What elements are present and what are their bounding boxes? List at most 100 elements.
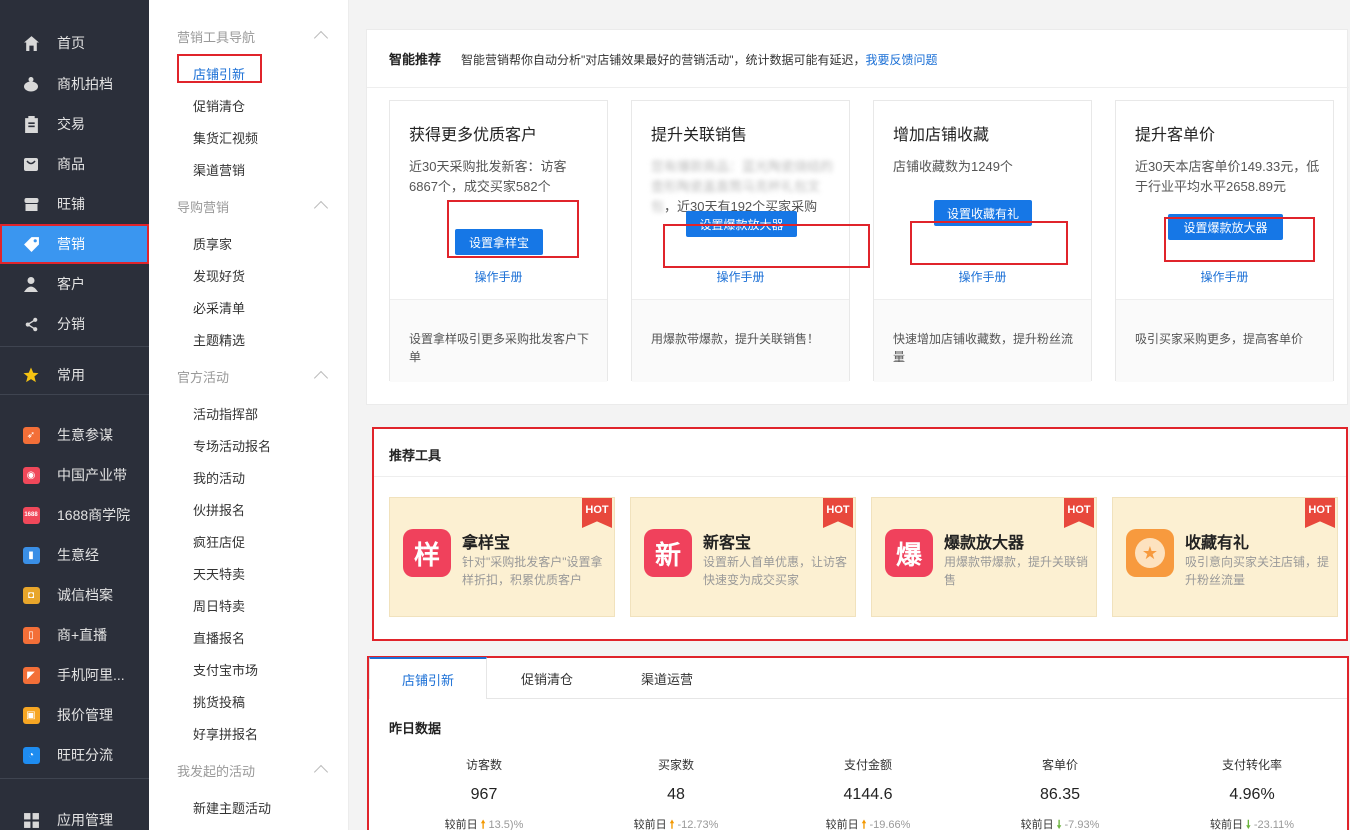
- tab-channel[interactable]: 渠道运营: [607, 658, 727, 699]
- subnav-item[interactable]: 质享家: [193, 234, 232, 253]
- subnav-item[interactable]: 必采清单: [193, 298, 245, 317]
- sidebar-item-book[interactable]: ▮ 生意经: [0, 535, 149, 575]
- sidebar-item-archive[interactable]: ◘ 诚信档案: [0, 575, 149, 615]
- subnav-item[interactable]: 集货汇视频: [193, 128, 258, 147]
- tool-glyph-icon: 样: [403, 529, 451, 577]
- sidebar-item-wangwang[interactable]: ◔ 旺旺分流: [0, 735, 149, 775]
- feedback-link[interactable]: 我要反馈问题: [866, 53, 938, 67]
- subnav-item[interactable]: 伙拼报名: [193, 500, 245, 519]
- smart-header: 智能推荐 智能营销帮你自动分析"对店铺效果最好的营销活动"，统计数据可能有延迟，我…: [389, 49, 938, 68]
- chevron-up-icon[interactable]: [313, 370, 329, 386]
- metric-change: 较前日 🠗 -7.93%: [1020, 819, 1100, 830]
- chevron-up-icon[interactable]: [313, 764, 329, 780]
- tool-card[interactable]: 新 新客宝 设置新人首单优惠，让访客快速变为成交买家 HOT: [630, 497, 856, 617]
- tool-desc: 设置新人首单优惠，让访客快速变为成交买家: [703, 555, 848, 587]
- subnav-item[interactable]: 疯狂店促: [193, 532, 245, 551]
- archive-icon: ◘: [22, 586, 40, 604]
- subnav-group-title[interactable]: 营销工具导航: [177, 27, 255, 46]
- sidebar-item-star[interactable]: 常用: [0, 355, 149, 395]
- sidebar-item-compass[interactable]: ➶ 生意参谋: [0, 415, 149, 455]
- card-desc: 店铺收藏数为1249个: [893, 159, 1013, 174]
- apps-icon: [22, 811, 40, 829]
- subnav-item[interactable]: 发现好货: [193, 266, 245, 285]
- chevron-up-icon[interactable]: [313, 200, 329, 216]
- arrow-up-icon: 🠕: [861, 819, 867, 830]
- sidebar-item-quote[interactable]: ▣ 报价管理: [0, 695, 149, 735]
- sidebar-item-school[interactable]: 1688 1688商学院: [0, 495, 149, 535]
- subnav-item[interactable]: 天天特卖: [193, 564, 245, 583]
- tool-desc: 用爆款带爆款，提升关联销售: [944, 555, 1089, 587]
- subnav-item[interactable]: 直播报名: [193, 628, 245, 647]
- yesterday-heading: 昨日数据: [389, 721, 442, 736]
- sidebar-item-shop[interactable]: 旺铺: [0, 184, 149, 224]
- tool-card[interactable]: ★ 收藏有礼 吸引意向买家关注店铺，提升粉丝流量 HOT: [1112, 497, 1338, 617]
- highlight-box: [910, 221, 1068, 265]
- mobile-icon: ◤: [22, 666, 40, 684]
- card-footer: 吸引买家采购更多，提高客单价: [1116, 299, 1333, 382]
- hot-badge: HOT: [1064, 498, 1094, 528]
- main-sidebar: 首页商机拍档交易 商品 旺铺 营销 客户 分销常用 ➶ 生意参谋 ◉ 中国产业带 1688 1688商…: [0, 0, 149, 830]
- subnav-group-title[interactable]: 导购营销: [177, 197, 229, 216]
- chevron-up-icon[interactable]: [313, 30, 329, 46]
- sidebar-item-product[interactable]: 商品: [0, 144, 149, 184]
- sidebar-item-label: 商机拍档: [57, 76, 113, 92]
- highlight-box: [177, 54, 262, 83]
- arrow-down-icon: 🠗: [1246, 819, 1251, 830]
- subnav-item[interactable]: 好享拼报名: [193, 724, 258, 743]
- subnav-group-title[interactable]: 我发起的活动: [177, 761, 255, 780]
- sidebar-item-label: 诚信档案: [57, 587, 113, 603]
- highlight-box: [1164, 217, 1315, 262]
- sidebar-item-home[interactable]: 首页: [0, 23, 149, 63]
- tool-desc: 针对"采购批发客户"设置拿样折扣，积累优质客户: [462, 555, 603, 587]
- subnav-item[interactable]: 支付宝市场: [193, 660, 258, 679]
- sidebar-item-handshake[interactable]: 商机拍档: [0, 64, 149, 104]
- tab-clearance[interactable]: 促销清仓: [487, 658, 607, 699]
- stats-tabs: 店铺引新 促销清仓 渠道运营: [369, 657, 1347, 699]
- metric-label: 支付金额: [843, 758, 892, 772]
- tab-store-new[interactable]: 店铺引新: [369, 657, 487, 699]
- card-title: 提升关联销售: [651, 127, 748, 144]
- location-icon: ◉: [22, 466, 40, 484]
- subnav-item[interactable]: 我的活动: [193, 468, 245, 487]
- sidebar-divider: [0, 394, 149, 395]
- sidebar-item-tag[interactable]: 营销: [0, 224, 149, 264]
- subnav-item[interactable]: 专场活动报名: [193, 436, 271, 455]
- sidebar-item-location[interactable]: ◉ 中国产业带: [0, 455, 149, 495]
- book-icon: ▮: [22, 546, 40, 564]
- metric-change: 较前日 🠗 -23.11%: [1209, 819, 1294, 830]
- subnav-item[interactable]: 促销清仓: [193, 96, 245, 115]
- tool-card[interactable]: 爆 爆款放大器 用爆款带爆款，提升关联销售 HOT: [871, 497, 1097, 617]
- manual-link[interactable]: 操作手册: [632, 268, 849, 285]
- subnav-item[interactable]: 周日特卖: [193, 596, 245, 615]
- sidebar-item-live[interactable]: ▯ 商+直播: [0, 615, 149, 655]
- recommended-tools-panel: 推荐工具 样 拿样宝 针对"采购批发客户"设置拿样折扣，积累优质客户 HOT 新 …: [372, 427, 1348, 641]
- compass-icon: ➶: [22, 426, 40, 444]
- metric-change: 较前日 🠕 -19.66%: [825, 819, 911, 830]
- hot-badge: HOT: [582, 498, 612, 528]
- tool-name: 拿样宝: [462, 535, 511, 552]
- subnav-item[interactable]: 渠道营销: [193, 160, 245, 179]
- school-icon: 1688: [22, 506, 40, 524]
- manual-link[interactable]: 操作手册: [874, 268, 1091, 285]
- smart-recommend-panel: 智能推荐 智能营销帮你自动分析"对店铺效果最好的营销活动"，统计数据可能有延迟，我…: [366, 29, 1349, 405]
- smart-desc: 智能营销帮你自动分析"对店铺效果最好的营销活动"，统计数据可能有延迟，: [461, 53, 866, 67]
- gift-star-icon: ★: [1126, 529, 1174, 577]
- subnav-item[interactable]: 挑货投稿: [193, 692, 245, 711]
- sidebar-item-user[interactable]: 客户: [0, 264, 149, 304]
- metric-0: 访客数 967 较前日 🠕 13.5)%: [389, 756, 579, 830]
- metric-value: 86.35: [1039, 786, 1081, 803]
- wangwang-icon: ◔: [22, 746, 40, 764]
- sidebar-item-apps[interactable]: 应用管理: [0, 800, 149, 830]
- tool-card[interactable]: 样 拿样宝 针对"采购批发客户"设置拿样折扣，积累优质客户 HOT: [389, 497, 615, 617]
- subnav-item[interactable]: 主题精选: [193, 330, 245, 349]
- subnav-item[interactable]: 新建主题活动: [193, 798, 271, 817]
- subnav-item[interactable]: 活动指挥部: [193, 404, 258, 423]
- manual-link[interactable]: 操作手册: [1116, 268, 1333, 285]
- share-icon: [22, 315, 40, 333]
- sidebar-item-mobile[interactable]: ◤ 手机阿里...: [0, 655, 149, 695]
- sidebar-item-share[interactable]: 分销: [0, 304, 149, 344]
- subnav-group-title[interactable]: 官方活动: [177, 367, 229, 386]
- tool-name: 收藏有礼: [1185, 535, 1250, 552]
- manual-link[interactable]: 操作手册: [390, 268, 607, 285]
- sidebar-item-clipboard[interactable]: 交易: [0, 104, 149, 144]
